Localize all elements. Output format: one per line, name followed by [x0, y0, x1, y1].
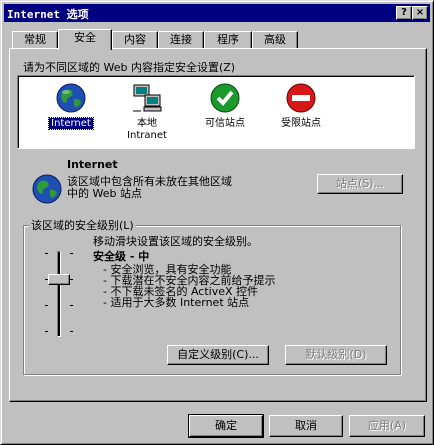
tab-advanced[interactable]: 高级	[252, 31, 298, 49]
zone-name: Internet	[67, 158, 118, 171]
zone-label-restricted: 受限站点	[281, 118, 321, 129]
slider-tick	[70, 305, 73, 306]
tab-connections[interactable]: 连接	[158, 31, 204, 49]
tab-content[interactable]: 内容	[112, 31, 158, 49]
check-icon	[210, 83, 240, 113]
zone-restricted[interactable]: 受限站点	[266, 82, 336, 130]
zone-intranet[interactable]: 本地 Intranet	[112, 82, 182, 142]
internet-options-dialog: Internet 选项 ? × 常规 安全 内容 连接 程序 高级 请为不同区域…	[0, 0, 434, 445]
security-level-hint: 移动滑块设置该区域的安全级别。	[93, 235, 258, 248]
zones-prompt: 请为不同区域的 Web 内容指定安全设置(Z)	[23, 61, 236, 74]
security-level-name: 安全级 - 中	[93, 250, 150, 263]
zone-label-intranet: 本地 Intranet	[127, 118, 167, 141]
zone-label-trusted: 可信站点	[205, 118, 245, 129]
ok-button[interactable]: 确定	[189, 415, 263, 437]
security-slider[interactable]	[39, 249, 79, 339]
zone-label-internet: Internet	[48, 117, 94, 130]
tab-security[interactable]: 安全	[58, 29, 112, 50]
slider-track	[57, 251, 61, 337]
zone-trusted[interactable]: 可信站点	[190, 82, 260, 130]
slider-thumb[interactable]	[48, 274, 70, 285]
globe-icon	[56, 83, 86, 113]
sites-button[interactable]: 站点(S)...	[317, 174, 403, 194]
security-level-label: 该区域的安全级别(L)	[29, 217, 136, 233]
slider-tick	[70, 253, 73, 254]
tab-programs[interactable]: 程序	[204, 31, 252, 49]
network-computer-icon	[133, 84, 162, 112]
close-button[interactable]: ×	[412, 6, 428, 20]
window-title: Internet 选项	[7, 8, 89, 21]
tab-general[interactable]: 常规	[12, 31, 58, 49]
apply-button[interactable]: 应用(A)	[349, 415, 425, 437]
globe-icon	[32, 174, 62, 204]
slider-tick	[45, 331, 48, 332]
custom-level-button[interactable]: 自定义级别(C)...	[167, 345, 269, 365]
no-entry-icon	[286, 83, 316, 113]
cancel-button[interactable]: 取消	[269, 415, 343, 437]
zone-description-line2: 中的 Web 站点	[67, 187, 142, 200]
slider-tick	[70, 279, 73, 280]
slider-tick	[70, 331, 73, 332]
tab-strip: 常规 安全 内容 连接 程序 高级	[9, 29, 429, 50]
default-level-button[interactable]: 默认级别(D)	[285, 345, 387, 365]
slider-tick	[45, 253, 48, 254]
level-bullet: - 适用于大多数 Internet 站点	[103, 296, 250, 309]
slider-tick	[45, 305, 48, 306]
help-button[interactable]: ?	[396, 6, 412, 20]
zone-internet[interactable]: Internet	[36, 82, 106, 130]
zone-list: Internet 本地 Intranet 可信站点 受限站点	[17, 75, 415, 149]
title-bar[interactable]: Internet 选项 ? ×	[4, 4, 430, 22]
